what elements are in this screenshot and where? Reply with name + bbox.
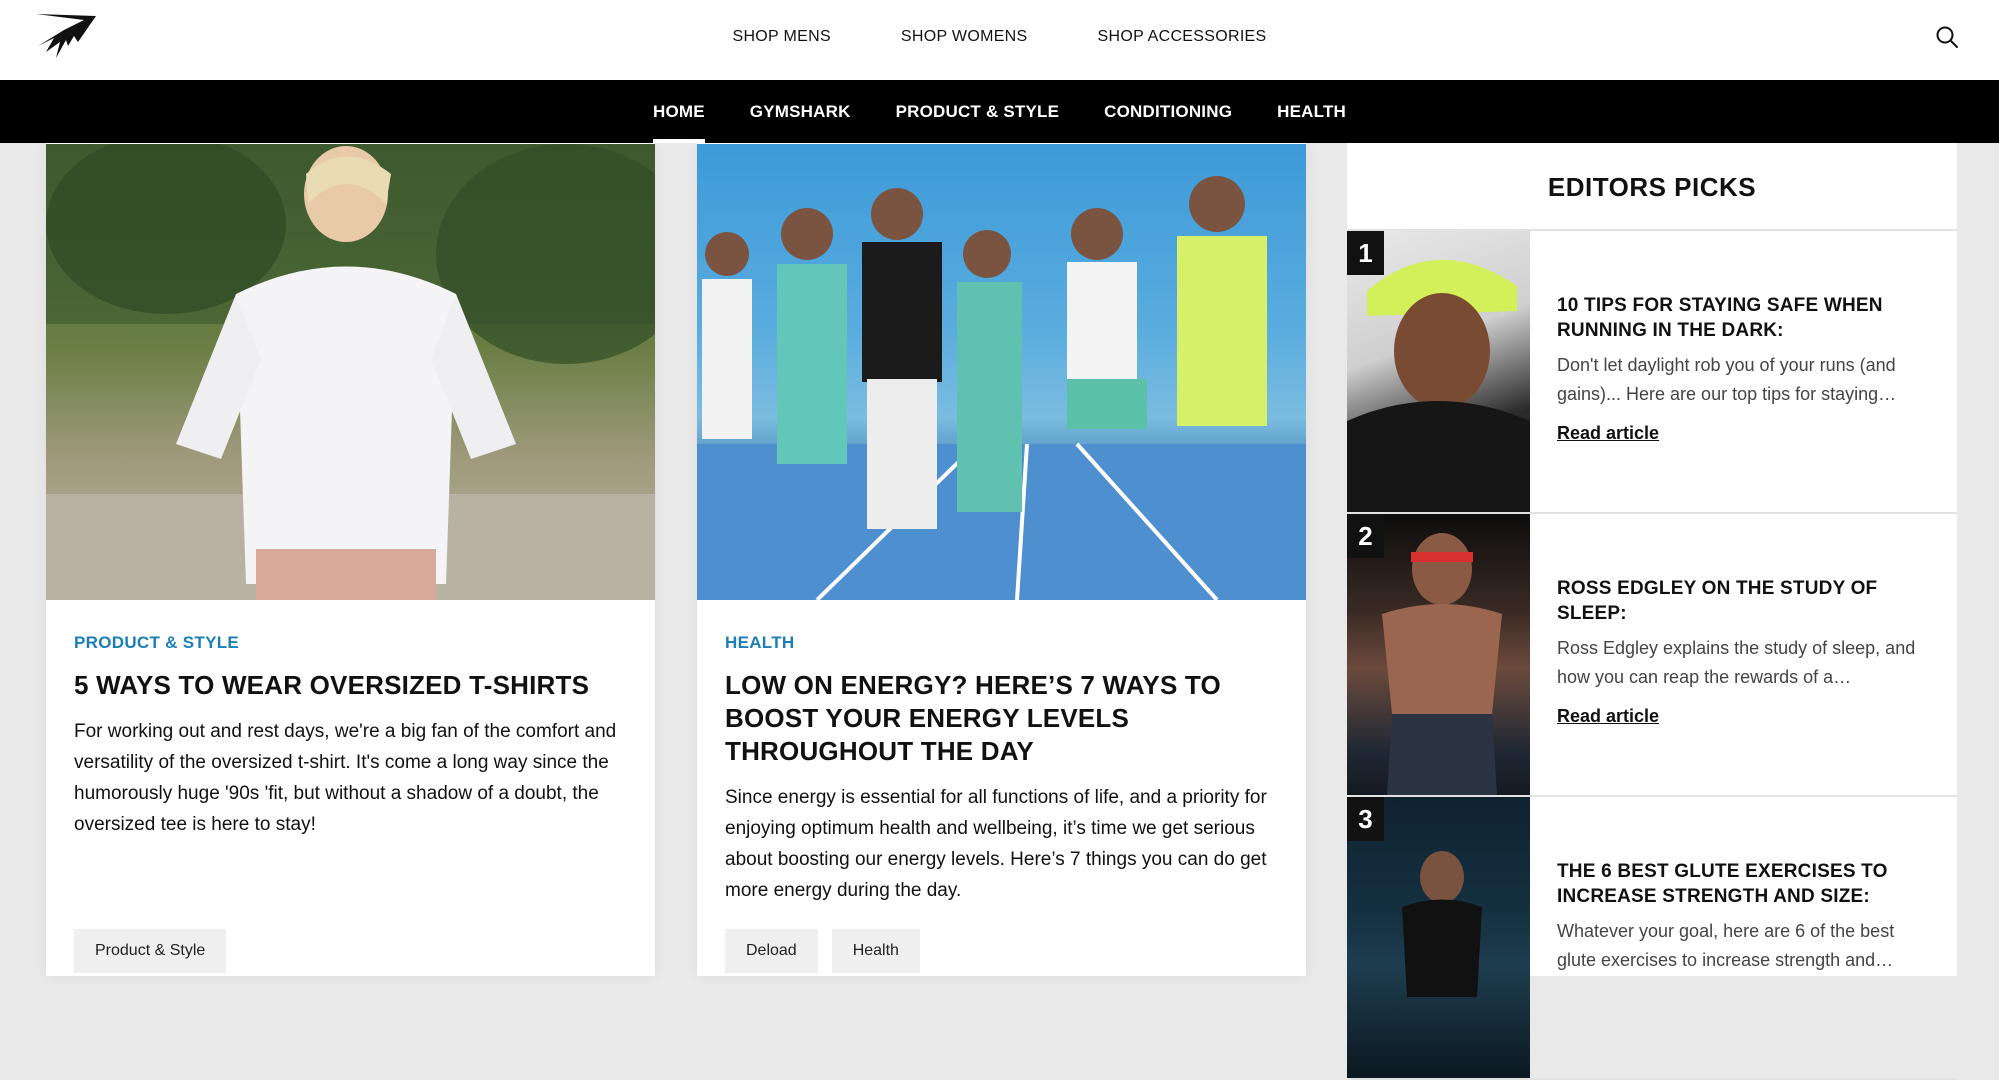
shop-accessories-link[interactable]: SHOP ACCESSORIES bbox=[1098, 28, 1267, 46]
pick-title[interactable]: 10 TIPS FOR STAYING SAFE WHEN RUNNING IN… bbox=[1557, 293, 1929, 343]
article-tags: Deload Health bbox=[725, 929, 920, 973]
editors-picks-heading: EDITORS PICKS bbox=[1347, 143, 1957, 231]
shop-nav: SHOP MENS SHOP WOMENS SHOP ACCESSORIES bbox=[0, 0, 1999, 74]
article-tags: Product & Style bbox=[74, 929, 227, 973]
article-card[interactable]: PRODUCT & STYLE 5 WAYS TO WEAR OVERSIZED… bbox=[46, 143, 655, 976]
nav-gymshark[interactable]: GYMSHARK bbox=[750, 80, 851, 143]
tag-product-style[interactable]: Product & Style bbox=[74, 929, 227, 973]
article-image[interactable] bbox=[697, 144, 1306, 600]
shop-womens-link[interactable]: SHOP WOMENS bbox=[901, 28, 1028, 46]
nav-home[interactable]: HOME bbox=[652, 80, 705, 143]
article-title[interactable]: 5 WAYS TO WEAR OVERSIZED T-SHIRTS bbox=[74, 669, 619, 702]
read-article-link[interactable]: Read article bbox=[1557, 423, 1659, 444]
pick-body: ROSS EDGLEY ON THE STUDY OF SLEEP: Ross … bbox=[1557, 576, 1929, 727]
pick-body: THE 6 BEST GLUTE EXERCISES TO INCREASE S… bbox=[1557, 859, 1929, 975]
editors-pick-item[interactable]: 1 10 TIPS FOR STAYING SAFE WHEN RUNNING … bbox=[1347, 231, 1957, 514]
pick-title[interactable]: ROSS EDGLEY ON THE STUDY OF SLEEP: bbox=[1557, 576, 1929, 626]
pick-number: 3 bbox=[1347, 797, 1384, 841]
search-icon[interactable] bbox=[1935, 25, 1959, 49]
pick-description: Don't let daylight rob you of your runs … bbox=[1557, 355, 1897, 404]
pick-title[interactable]: THE 6 BEST GLUTE EXERCISES TO INCREASE S… bbox=[1557, 859, 1929, 909]
pick-number: 1 bbox=[1347, 231, 1384, 275]
article-category[interactable]: HEALTH bbox=[725, 633, 1270, 653]
article-card[interactable]: HEALTH LOW ON ENERGY? HERE’S 7 WAYS TO B… bbox=[697, 143, 1306, 976]
editors-pick-item[interactable]: 3 THE 6 BEST GLUTE EXERCISES TO INCREASE… bbox=[1347, 797, 1957, 1080]
shop-mens-link[interactable]: SHOP MENS bbox=[732, 28, 830, 46]
pick-description: Whatever your goal, here are 6 of the be… bbox=[1557, 921, 1895, 970]
article-description: For working out and rest days, we're a b… bbox=[74, 721, 617, 835]
article-body: PRODUCT & STYLE 5 WAYS TO WEAR OVERSIZED… bbox=[74, 633, 619, 840]
pick-description: Ross Edgley explains the study of sleep,… bbox=[1557, 638, 1916, 687]
article-image[interactable] bbox=[46, 144, 655, 600]
article-description: Since energy is essential for all functi… bbox=[725, 787, 1267, 901]
tag-deload[interactable]: Deload bbox=[725, 929, 818, 973]
editors-picks: EDITORS PICKS 1 10 TIPS FOR STAYING SAFE… bbox=[1347, 143, 1957, 1080]
nav-conditioning[interactable]: CONDITIONING bbox=[1104, 80, 1232, 143]
top-header: SHOP MENS SHOP WOMENS SHOP ACCESSORIES bbox=[0, 0, 1999, 80]
tag-health[interactable]: Health bbox=[831, 929, 920, 973]
nav-health[interactable]: HEALTH bbox=[1277, 80, 1346, 143]
nav-product-style[interactable]: PRODUCT & STYLE bbox=[896, 80, 1060, 143]
editors-pick-item[interactable]: 2 ROSS EDGLEY ON THE STUDY OF SLEEP: Ros… bbox=[1347, 514, 1957, 797]
read-article-link[interactable]: Read article bbox=[1557, 706, 1659, 727]
article-title[interactable]: LOW ON ENERGY? HERE’S 7 WAYS TO BOOST YO… bbox=[725, 669, 1270, 768]
article-category[interactable]: PRODUCT & STYLE bbox=[74, 633, 619, 653]
pick-number: 2 bbox=[1347, 514, 1384, 558]
blog-nav: HOME GYMSHARK PRODUCT & STYLE CONDITIONI… bbox=[0, 80, 1999, 143]
article-body: HEALTH LOW ON ENERGY? HERE’S 7 WAYS TO B… bbox=[725, 633, 1270, 906]
pick-body: 10 TIPS FOR STAYING SAFE WHEN RUNNING IN… bbox=[1557, 293, 1929, 444]
